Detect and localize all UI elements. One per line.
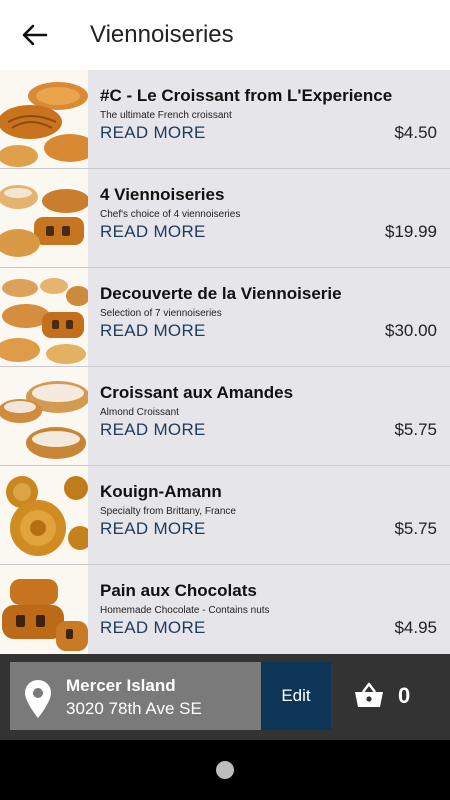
assorted-pastries-photo	[0, 169, 88, 267]
item-description: Selection of 7 viennoiseries	[100, 308, 222, 319]
item-name: Decouverte de la Viennoiserie	[100, 284, 342, 303]
list-item[interactable]: Decouverte de la Viennoiserie Selection …	[0, 268, 450, 367]
item-name: #C - Le Croissant from L'Experience	[100, 86, 393, 105]
page-title: Viennoiseries	[90, 21, 234, 48]
croissants-photo	[0, 70, 88, 168]
product-list[interactable]: #C - Le Croissant from L'Experience The …	[0, 70, 450, 654]
read-more-link[interactable]: READ MORE	[100, 321, 206, 341]
app-bar: Viennoiseries	[0, 0, 450, 70]
list-item[interactable]: #C - Le Croissant from L'Experience The …	[0, 70, 450, 169]
store-selector[interactable]: Mercer Island 3020 78th Ave SE	[10, 662, 261, 730]
location-pin-icon	[25, 680, 51, 718]
item-price: $4.95	[394, 618, 437, 637]
item-description: The ultimate French croissant	[100, 110, 232, 121]
item-price: $19.99	[385, 222, 437, 241]
item-description: Specialty from Brittany, France	[100, 506, 236, 517]
read-more-link[interactable]: READ MORE	[100, 123, 206, 143]
read-more-link[interactable]: READ MORE	[100, 519, 206, 539]
arrow-left-icon	[22, 24, 48, 46]
store-name: Mercer Island	[66, 676, 176, 695]
back-button[interactable]	[20, 21, 50, 49]
system-nav-bar	[0, 740, 450, 800]
almond-croissant-photo	[0, 367, 88, 465]
read-more-link[interactable]: READ MORE	[100, 618, 206, 638]
item-price: $5.75	[394, 420, 437, 439]
store-address: 3020 78th Ave SE	[66, 699, 202, 718]
item-description: Almond Croissant	[100, 407, 179, 418]
home-button[interactable]	[216, 761, 234, 779]
list-item[interactable]: Pain aux Chocolats Homemade Chocolate - …	[0, 565, 450, 654]
item-name: Pain aux Chocolats	[100, 581, 257, 600]
item-name: Croissant aux Amandes	[100, 383, 294, 402]
cart-count: 0	[398, 683, 411, 708]
basket-icon[interactable]	[354, 682, 384, 708]
item-name: 4 Viennoiseries	[100, 185, 225, 204]
item-price: $4.50	[394, 123, 437, 142]
list-item[interactable]: 4 Viennoiseries Chef's choice of 4 vienn…	[0, 169, 450, 268]
kouign-amann-photo	[0, 466, 88, 564]
item-description: Homemade Chocolate - Contains nuts	[100, 605, 270, 616]
pain-au-chocolat-photo	[0, 565, 88, 654]
read-more-link[interactable]: READ MORE	[100, 222, 206, 242]
item-description: Chef's choice of 4 viennoiseries	[100, 209, 241, 220]
pastry-selection-photo	[0, 268, 88, 366]
read-more-link[interactable]: READ MORE	[100, 420, 206, 440]
edit-store-button[interactable]: Edit	[261, 662, 331, 730]
item-price: $5.75	[394, 519, 437, 538]
list-item[interactable]: Croissant aux Amandes Almond Croissant R…	[0, 367, 450, 466]
store-cart-bar: Mercer Island 3020 78th Ave SE Edit 0	[0, 654, 450, 740]
list-item[interactable]: Kouign-Amann Specialty from Brittany, Fr…	[0, 466, 450, 565]
item-price: $30.00	[385, 321, 437, 340]
item-name: Kouign-Amann	[100, 482, 222, 501]
